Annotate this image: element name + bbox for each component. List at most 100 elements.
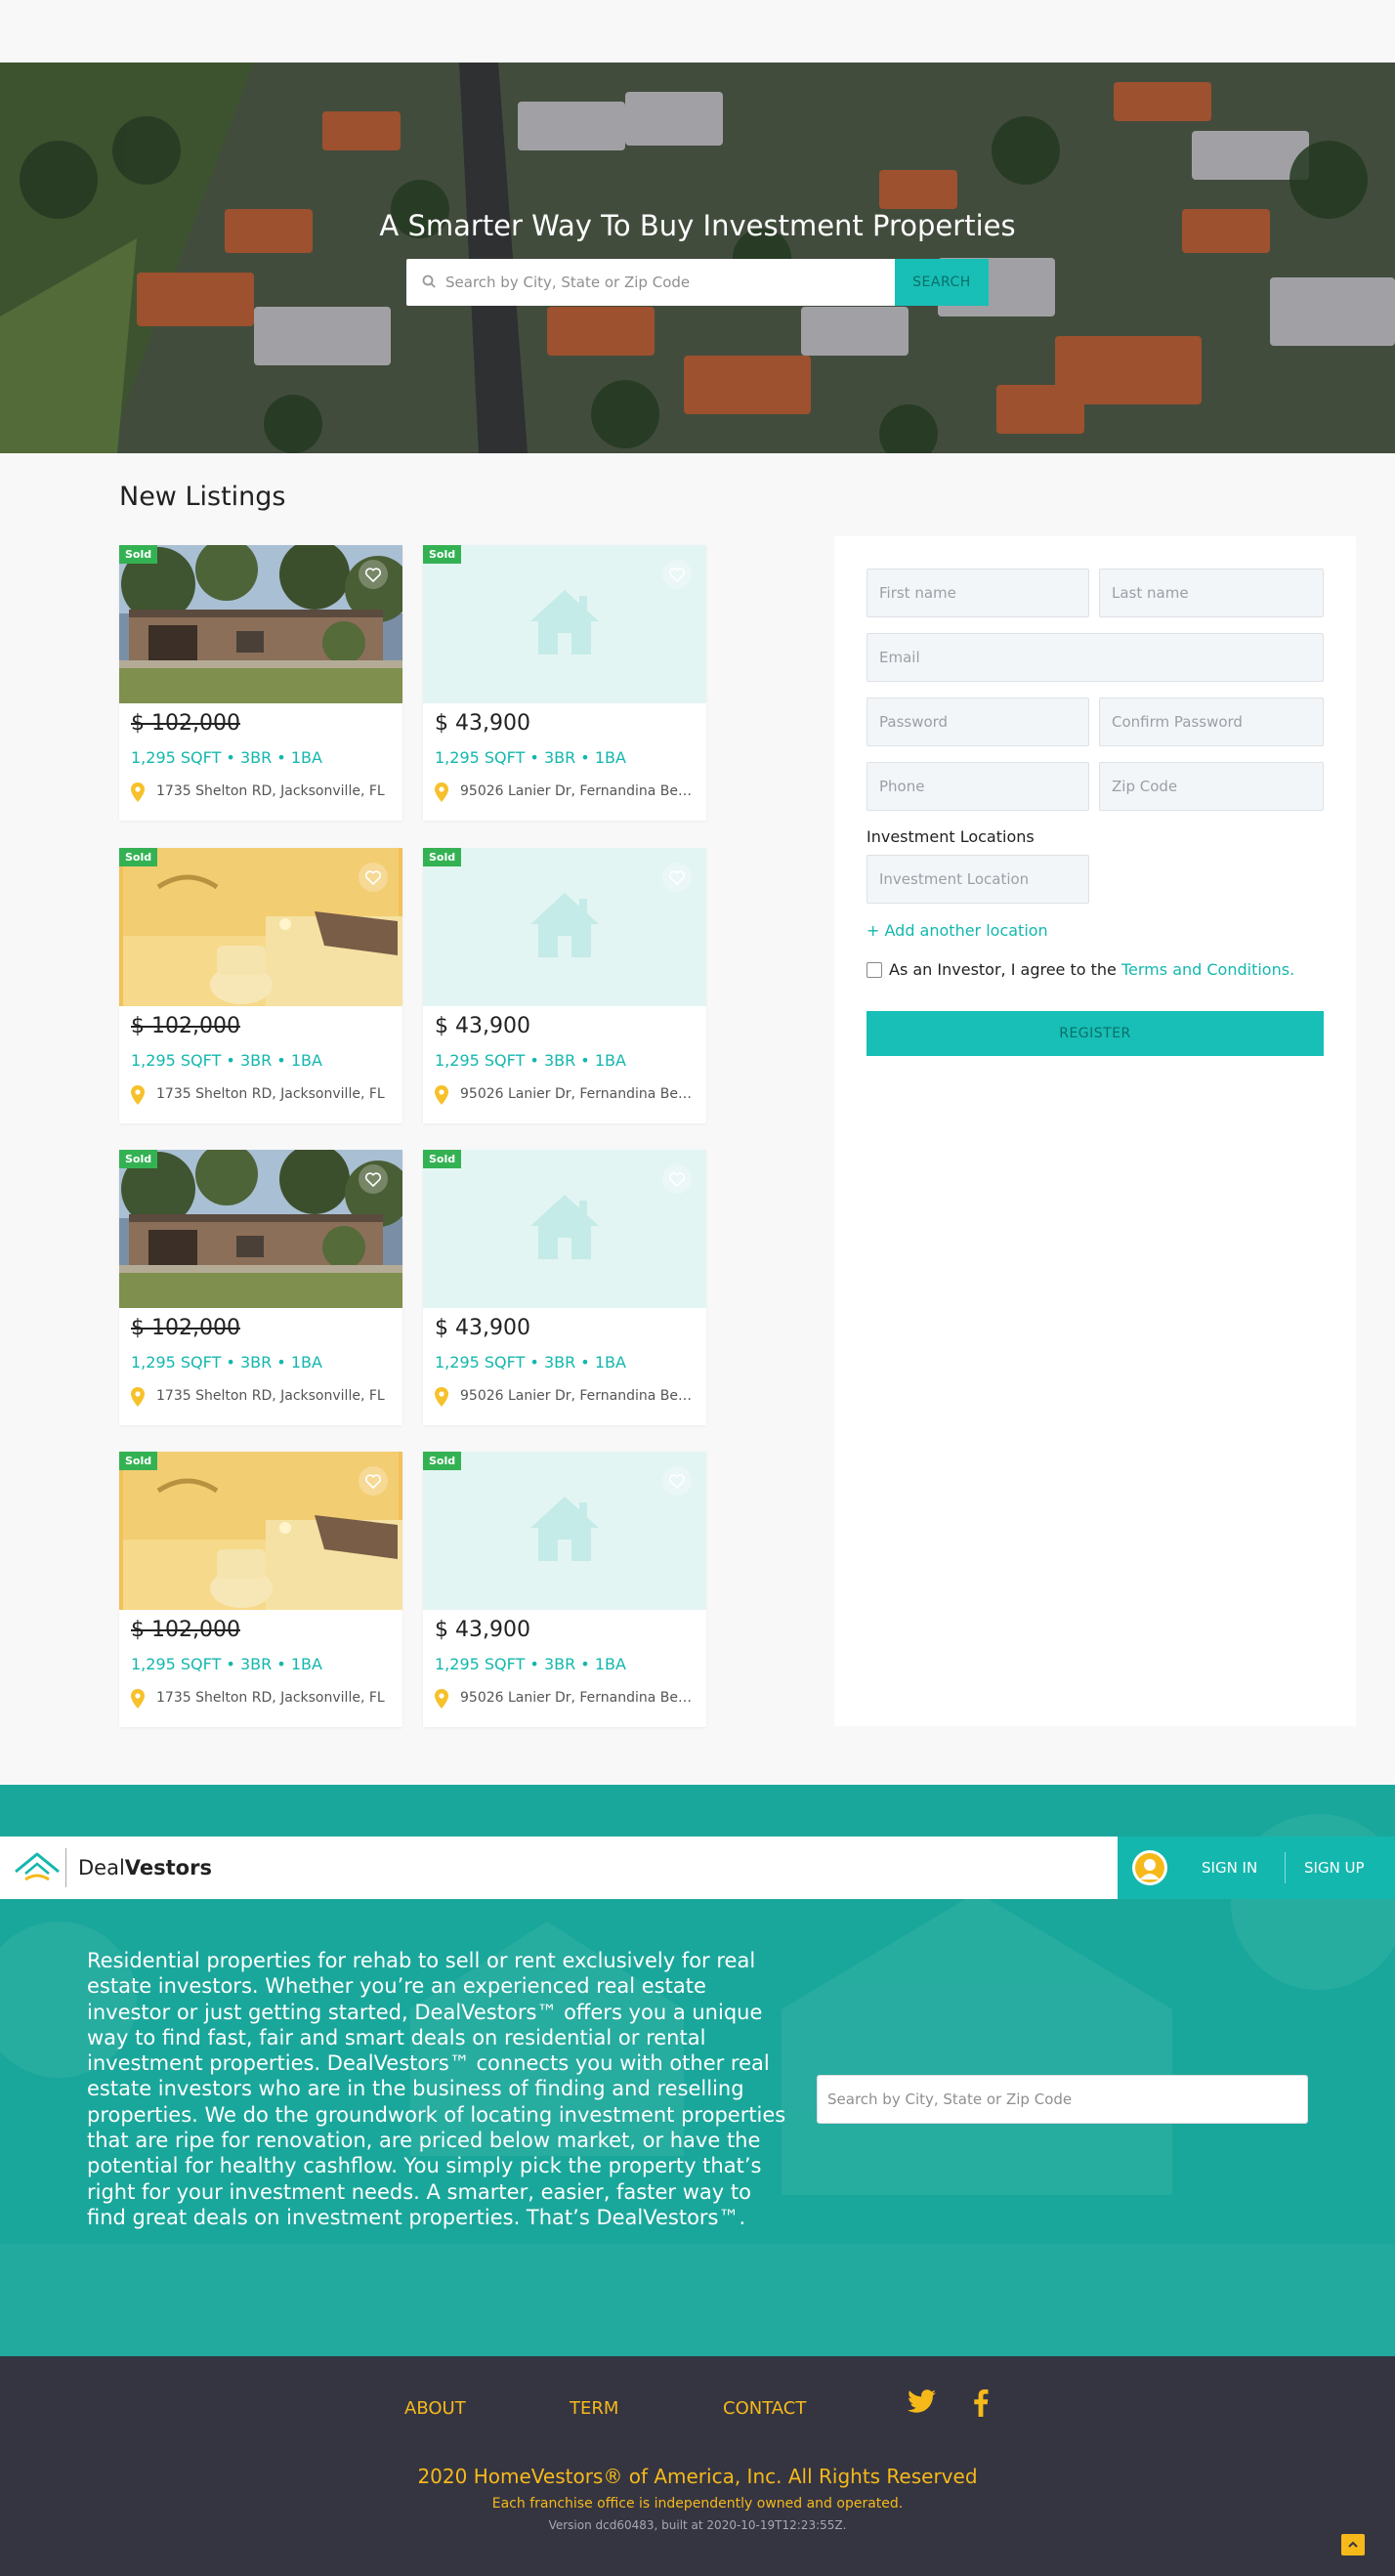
search-icon — [422, 274, 436, 288]
last-name-field[interactable] — [1099, 569, 1324, 617]
dealvestors-logo-text[interactable]: DealVestors — [78, 1856, 212, 1879]
sign-up-link[interactable]: SIGN UP — [1304, 1859, 1365, 1877]
listing-address: 95026 Lanier Dr, Fernandina Beach, FL — [460, 1086, 699, 1102]
site-navbar: DealVestors SIGN IN SIGN UP — [0, 1837, 1395, 1899]
listing-card[interactable]: Sold $ 43,900 1,295 SQFT • 3BR • 1BA 950… — [423, 1452, 706, 1727]
nav-auth-area: SIGN IN SIGN UP — [1118, 1837, 1395, 1899]
sold-badge: Sold — [423, 545, 462, 564]
hero-banner: A Smarter Way To Buy Investment Properti… — [0, 63, 1395, 453]
footer-link-contact[interactable]: CONTACT — [723, 2398, 806, 2419]
sold-badge: Sold — [423, 848, 462, 866]
first-name-field[interactable] — [867, 569, 1089, 617]
listing-specs: 1,295 SQFT • 3BR • 1BA — [435, 1353, 626, 1372]
house-placeholder-icon — [530, 590, 599, 655]
listing-specs: 1,295 SQFT • 3BR • 1BA — [131, 748, 322, 767]
phone-field[interactable] — [867, 762, 1089, 811]
sold-badge: Sold — [119, 1150, 158, 1168]
copyright-text: 2020 HomeVestors® of America, Inc. All R… — [417, 2465, 978, 2488]
add-location-link[interactable]: + Add another location — [867, 921, 1048, 940]
new-listings-title: New Listings — [119, 482, 286, 512]
listing-specs: 1,295 SQFT • 3BR • 1BA — [435, 1051, 626, 1070]
listing-price: $ 43,900 — [435, 1618, 530, 1642]
logo-text-bold: Vestors — [124, 1856, 212, 1879]
confirm-password-field[interactable] — [1099, 697, 1324, 746]
listing-card[interactable]: Sold $ 102,000 1,295 SQFT • 3BR • 1BA 17… — [119, 848, 402, 1123]
terms-checkbox[interactable] — [867, 962, 882, 978]
hero-search-button[interactable]: SEARCH — [895, 259, 989, 306]
user-avatar-icon[interactable] — [1132, 1850, 1167, 1885]
about-description: Residential properties for rehab to sell… — [87, 1949, 786, 2229]
listing-price: $ 43,900 — [435, 1014, 530, 1038]
listing-card[interactable]: Sold $ 43,900 1,295 SQFT • 3BR • 1BA 950… — [423, 1150, 706, 1425]
terms-link[interactable]: Terms and Conditions. — [1121, 960, 1294, 979]
listing-address: 95026 Lanier Dr, Fernandina Beach, FL — [460, 783, 699, 799]
facebook-icon[interactable] — [973, 2389, 989, 2417]
location-pin-icon — [435, 782, 448, 802]
hero-search-input[interactable] — [445, 259, 885, 306]
hero-search-box — [406, 259, 895, 306]
twitter-icon[interactable] — [908, 2389, 937, 2415]
listing-address: 95026 Lanier Dr, Fernandina Beach, FL — [460, 1388, 699, 1404]
listing-card[interactable]: Sold $ 43,900 1,295 SQFT • 3BR • 1BA 950… — [423, 545, 706, 821]
sign-in-link[interactable]: SIGN IN — [1202, 1859, 1257, 1877]
dealvestors-logo-icon[interactable] — [14, 1850, 61, 1885]
listing-price: $ 43,900 — [435, 1316, 530, 1340]
terms-agreement-text: As an Investor, I agree to the — [889, 960, 1121, 979]
investment-location-field[interactable] — [867, 855, 1089, 904]
listing-card[interactable]: Sold $ 43,900 1,295 SQFT • 3BR • 1BA 950… — [423, 848, 706, 1123]
location-pin-icon — [131, 1085, 145, 1105]
footer-link-about[interactable]: ABOUT — [404, 2398, 466, 2419]
nav-separator — [1285, 1852, 1286, 1883]
investment-locations-label: Investment Locations — [867, 827, 1035, 846]
location-pin-icon — [131, 1387, 145, 1407]
listing-card[interactable]: Sold $ 102,000 1,295 SQFT • 3BR • 1BA 17… — [119, 545, 402, 821]
house-placeholder-icon — [530, 1497, 599, 1561]
email-field[interactable] — [867, 633, 1324, 682]
listing-price: $ 102,000 — [131, 711, 240, 736]
location-pin-icon — [131, 1689, 145, 1709]
location-pin-icon — [131, 782, 145, 802]
chevron-up-icon — [1348, 2541, 1358, 2548]
franchise-note: Each franchise office is independently o… — [491, 2496, 904, 2512]
listing-price: $ 43,900 — [435, 711, 530, 736]
listing-card[interactable]: Sold $ 102,000 1,295 SQFT • 3BR • 1BA 17… — [119, 1150, 402, 1425]
listing-card[interactable]: Sold $ 102,000 1,295 SQFT • 3BR • 1BA 17… — [119, 1452, 402, 1727]
favorite-heart-icon[interactable] — [661, 1465, 693, 1497]
favorite-heart-icon[interactable] — [661, 862, 693, 893]
house-placeholder-icon — [530, 1195, 599, 1259]
listing-specs: 1,295 SQFT • 3BR • 1BA — [131, 1655, 322, 1673]
hero-background-image — [0, 63, 1395, 453]
location-pin-icon — [435, 1387, 448, 1407]
listing-address: 1735 Shelton RD, Jacksonville, FL — [156, 783, 385, 799]
listing-specs: 1,295 SQFT • 3BR • 1BA — [435, 1655, 626, 1673]
location-pin-icon — [435, 1085, 448, 1105]
favorite-heart-icon[interactable] — [358, 862, 389, 893]
listing-address: 95026 Lanier Dr, Fernandina Beach, FL — [460, 1690, 699, 1706]
password-field[interactable] — [867, 697, 1089, 746]
footer-link-term[interactable]: TERM — [570, 2398, 618, 2419]
listing-specs: 1,295 SQFT • 3BR • 1BA — [435, 748, 626, 767]
zip-code-field[interactable] — [1099, 762, 1324, 811]
listing-specs: 1,295 SQFT • 3BR • 1BA — [131, 1051, 322, 1070]
sold-badge: Sold — [423, 1150, 462, 1168]
favorite-heart-icon[interactable] — [358, 1465, 389, 1497]
logo-divider — [65, 1848, 66, 1887]
register-button[interactable]: REGISTER — [867, 1011, 1324, 1056]
about-search-input[interactable] — [817, 2075, 1308, 2124]
listing-price: $ 102,000 — [131, 1618, 240, 1642]
favorite-heart-icon[interactable] — [358, 559, 389, 590]
sold-badge: Sold — [119, 545, 158, 564]
listing-address: 1735 Shelton RD, Jacksonville, FL — [156, 1388, 385, 1404]
version-info: Version dcd60483, built at 2020-10-19T12… — [548, 2518, 847, 2532]
favorite-heart-icon[interactable] — [661, 559, 693, 590]
listing-specs: 1,295 SQFT • 3BR • 1BA — [131, 1353, 322, 1372]
sold-badge: Sold — [119, 1452, 158, 1470]
about-section: DealVestors SIGN IN SIGN UP Residential … — [0, 1785, 1395, 2356]
sold-badge: Sold — [119, 848, 158, 866]
site-footer: ABOUT TERM CONTACT 2020 HomeVestors® of … — [0, 2356, 1395, 2576]
hero-title: A Smarter Way To Buy Investment Properti… — [379, 209, 1016, 242]
favorite-heart-icon[interactable] — [358, 1163, 389, 1195]
location-pin-icon — [435, 1689, 448, 1709]
favorite-heart-icon[interactable] — [661, 1163, 693, 1195]
scroll-to-top-button[interactable] — [1341, 2534, 1365, 2555]
